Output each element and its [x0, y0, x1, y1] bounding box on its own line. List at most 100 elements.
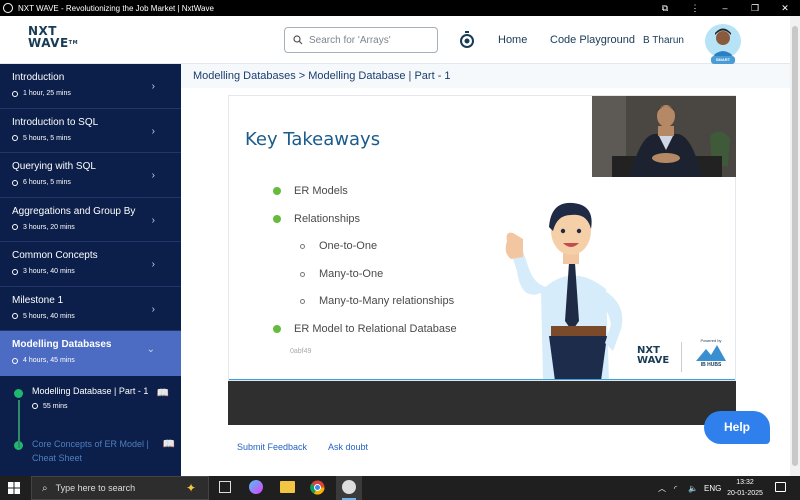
submit-feedback-link[interactable]: Submit Feedback	[237, 442, 307, 452]
slide-sub-bullet: Many-to-One	[300, 268, 383, 280]
video-controls-bar[interactable]	[228, 381, 736, 425]
sidebar-item-duration: 4 hours, 45 mins	[23, 357, 75, 364]
timer-icon[interactable]	[459, 31, 475, 48]
brand-wave: WAVE	[637, 355, 670, 366]
notification-icon[interactable]	[775, 482, 786, 492]
user-name[interactable]: B Tharun	[643, 35, 684, 46]
extensions-icon[interactable]: ⧉	[650, 3, 680, 14]
clock-icon	[12, 313, 18, 319]
book-icon: 📖	[156, 387, 169, 399]
taskbar-search[interactable]: ⌕ Type here to search ✦	[31, 476, 209, 500]
completed-dot-icon	[14, 388, 23, 398]
sidebar-item-title: Common Concepts	[12, 250, 98, 261]
cartoon-character-illustration	[505, 202, 623, 380]
search-icon: ⌕	[42, 482, 48, 494]
clock-icon	[12, 357, 18, 364]
nxtwave-app-icon	[342, 480, 356, 494]
bullet-text: ER Models	[294, 185, 348, 197]
nav-home-link[interactable]: Home	[498, 34, 527, 46]
app-header: NXT WAVETM Home Code Playground B Tharun…	[0, 16, 790, 64]
maximize-button[interactable]: ❐	[740, 3, 770, 14]
task-view-icon[interactable]	[219, 481, 231, 493]
progress-line	[18, 400, 20, 448]
ring-icon	[300, 298, 305, 304]
avatar-badge: SMART	[711, 56, 735, 64]
search-icon	[293, 35, 303, 45]
active-app-tab[interactable]	[336, 476, 362, 500]
bullet-text: ER Model to Relational Database	[294, 323, 457, 335]
sidebar-item-milestone-1[interactable]: Milestone 1 5 hours, 40 mins ›	[0, 287, 181, 331]
avatar[interactable]	[705, 24, 741, 58]
instructor-video[interactable]	[592, 96, 736, 177]
sidebar-item-duration: 3 hours, 40 mins	[23, 268, 75, 275]
sidebar-item-title: Modelling Databases	[12, 339, 112, 350]
sidebar-item-duration: 3 hours, 20 mins	[23, 223, 75, 231]
language-indicator[interactable]: ENG	[704, 476, 721, 500]
brand-divider	[681, 342, 682, 372]
copilot-app-icon[interactable]	[249, 480, 263, 494]
check-icon	[273, 325, 281, 333]
slide-bullet: ER Models	[273, 185, 348, 197]
wifi-icon[interactable]: ◜	[674, 476, 677, 500]
ask-doubt-link[interactable]: Ask doubt	[328, 442, 368, 452]
breadcrumb: Modelling Databases > Modelling Database…	[193, 70, 451, 82]
nav-code-playground-link[interactable]: Code Playground	[550, 34, 635, 46]
sidebar-item-title: Querying with SQL	[12, 161, 96, 172]
clock-icon	[12, 268, 18, 275]
slide-bullet: ER Model to Relational Database	[273, 323, 457, 335]
search-box[interactable]	[284, 27, 438, 53]
chrome-icon[interactable]	[310, 480, 325, 495]
slide-code: 0abf49	[290, 348, 312, 355]
help-button[interactable]: Help	[704, 411, 770, 444]
slide-sub-bullet: One-to-One	[300, 240, 377, 252]
scrollbar-thumb[interactable]	[792, 26, 798, 466]
clock-icon	[12, 135, 18, 141]
sub-item-modelling-part-1[interactable]: Modelling Database | Part - 1 55 mins 📖	[0, 376, 181, 423]
bullet-text: Relationships	[294, 213, 361, 225]
sidebar-item-duration: 5 hours, 5 mins	[23, 134, 71, 142]
ibhubs-logo: Powered by IB HUBS	[691, 338, 731, 368]
sidebar-item-common-concepts[interactable]: Common Concepts 3 hours, 40 mins ›	[0, 242, 181, 287]
taskbar-search-placeholder: Type here to search	[55, 483, 136, 493]
clock-time: 13:32	[736, 479, 754, 486]
copilot-widget-icon[interactable]: ✦	[186, 481, 196, 495]
page-scrollbar[interactable]	[790, 16, 800, 476]
sidebar-item-modelling-databases[interactable]: Modelling Databases 4 hours, 45 mins ⌄	[0, 331, 181, 376]
taskbar-clock[interactable]: 13:32 20-01-2025	[725, 477, 765, 499]
clock-icon	[12, 90, 18, 97]
tray-chevron-icon[interactable]: ︿	[658, 476, 666, 500]
ibhubs-mountain-icon	[696, 345, 726, 361]
chevron-right-icon: ›	[151, 170, 155, 181]
file-explorer-icon[interactable]	[280, 481, 295, 493]
clock-date: 20-01-2025	[727, 490, 763, 497]
sub-item-title: Core Concepts of ER Model | Cheat Sheet	[32, 438, 149, 463]
clock-icon	[12, 179, 18, 186]
nxtwave-logo[interactable]: NXT WAVETM	[28, 25, 88, 55]
chevron-right-icon: ›	[151, 259, 155, 270]
check-icon	[273, 187, 281, 195]
nxtwave-slide-logo: NXT WAVE	[637, 346, 679, 366]
slide-bullet: Relationships	[273, 213, 360, 225]
sub-item-er-cheat-sheet[interactable]: Core Concepts of ER Model | Cheat Sheet …	[0, 423, 181, 475]
chevron-right-icon: ›	[151, 81, 155, 92]
clock-icon	[32, 403, 38, 409]
windows-taskbar: ⌕ Type here to search ✦ ︿ ◜ 🔈 ENG 13:32 …	[0, 476, 800, 500]
window-titlebar: NXT WAVE - Revolutionizing the Job Marke…	[0, 0, 800, 16]
sidebar-item-intro-sql[interactable]: Introduction to SQL 5 hours, 5 mins ›	[0, 109, 181, 153]
sidebar-item-aggregations[interactable]: Aggregations and Group By 3 hours, 20 mi…	[0, 198, 181, 242]
close-button[interactable]: ✕	[770, 3, 800, 14]
sidebar-item-title: Introduction	[12, 72, 65, 83]
more-options-icon[interactable]: ⋮	[680, 3, 710, 14]
sidebar-item-querying-sql[interactable]: Querying with SQL 6 hours, 5 mins ›	[0, 153, 181, 198]
brand-ib: IB HUBS	[700, 362, 722, 368]
volume-icon[interactable]: 🔈	[688, 476, 698, 500]
book-icon: 📖	[162, 438, 175, 450]
windows-start-icon[interactable]	[8, 482, 20, 494]
sidebar-item-duration: 1 hour, 25 mins	[23, 90, 71, 97]
sidebar-item-introduction[interactable]: Introduction 1 hour, 25 mins ›	[0, 64, 181, 109]
search-input[interactable]	[309, 34, 429, 46]
chevron-right-icon: ›	[151, 303, 155, 315]
browser-icon	[3, 3, 13, 13]
minimize-button[interactable]: –	[710, 3, 740, 13]
sidebar-item-duration: 6 hours, 5 mins	[23, 179, 71, 186]
